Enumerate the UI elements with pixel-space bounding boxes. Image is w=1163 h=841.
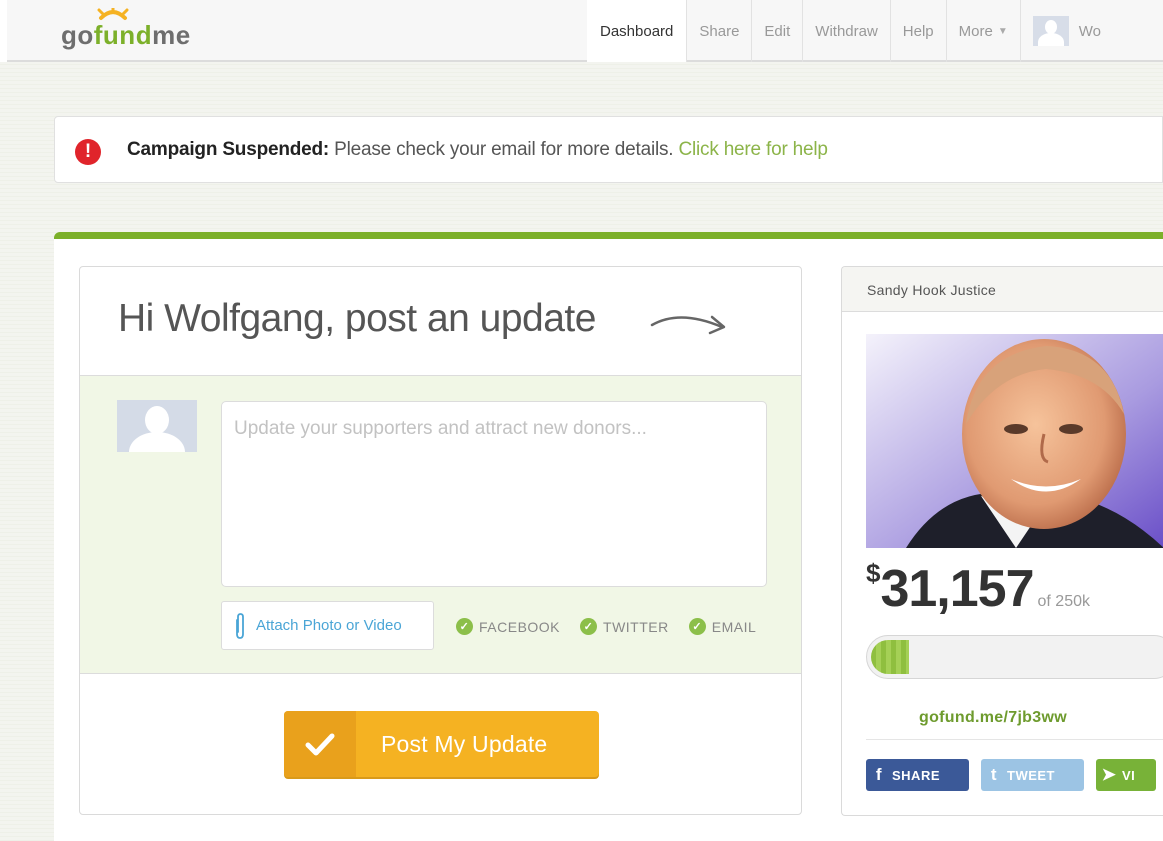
- nav-help[interactable]: Help: [889, 0, 946, 62]
- check-circle-icon: ✓: [580, 618, 598, 635]
- gofundme-logo[interactable]: gofundme: [61, 20, 191, 51]
- campaign-short-link[interactable]: gofund.me/7jb3ww: [842, 709, 1163, 727]
- facebook-share-button[interactable]: f SHARE: [866, 759, 969, 791]
- arrow-right-icon: [650, 315, 726, 335]
- attach-media-button[interactable]: Attach Photo or Video: [221, 601, 434, 650]
- alert-message: Please check your email for more details…: [329, 139, 679, 160]
- share-buttons: f SHARE t TWEET ➤ VI: [866, 759, 1156, 791]
- nav-more[interactable]: More ▼: [945, 0, 1020, 62]
- campaign-name: Sandy Hook Justice: [842, 267, 1163, 312]
- amount-raised-value: 31,157: [880, 560, 1034, 618]
- share-twitter-toggle[interactable]: ✓ TWITTER: [580, 618, 669, 635]
- user-menu[interactable]: Wo: [1019, 0, 1101, 62]
- campaign-card: Sandy Hook Justice $ 31,157 of 250k gofu…: [841, 266, 1163, 816]
- share-targets: ✓ FACEBOOK ✓ TWITTER ✓ EMAIL: [456, 618, 756, 635]
- post-update-button[interactable]: Post My Update: [284, 711, 599, 777]
- campaign-photo[interactable]: [866, 334, 1163, 548]
- facebook-share-label: SHARE: [892, 767, 941, 783]
- logo-sun-icon: [97, 8, 129, 20]
- update-title: Hi Wolfgang, post an update: [118, 297, 596, 340]
- update-header: Hi Wolfgang, post an update: [80, 267, 801, 376]
- check-circle-icon: ✓: [688, 618, 706, 635]
- alert-text: Campaign Suspended: Please check your em…: [127, 139, 828, 161]
- progress-fill: [871, 640, 909, 674]
- post-update-card: Hi Wolfgang, post an update Attach Photo…: [79, 266, 802, 815]
- divider: [866, 739, 1163, 740]
- share-email-label: EMAIL: [711, 618, 757, 635]
- twitter-tweet-button[interactable]: t TWEET: [981, 759, 1084, 791]
- nav-more-label: More: [958, 22, 993, 40]
- checkmark-icon: [284, 711, 356, 777]
- update-composer: Attach Photo or Video ✓ FACEBOOK ✓ TWITT…: [80, 376, 801, 674]
- share-twitter-label: TWITTER: [603, 618, 669, 635]
- attach-media-label: Attach Photo or Video: [256, 617, 402, 634]
- view-campaign-label: VI: [1122, 767, 1136, 783]
- author-avatar: [117, 400, 197, 452]
- view-campaign-button[interactable]: ➤ VI: [1096, 759, 1156, 791]
- user-name: Wo: [1078, 22, 1101, 40]
- twitter-icon: t: [990, 765, 998, 784]
- campaign-suspended-alert: ! Campaign Suspended: Please check your …: [54, 116, 1163, 183]
- check-circle-icon: ✓: [456, 618, 473, 635]
- paperclip-icon: [236, 612, 244, 639]
- update-textarea[interactable]: [221, 401, 767, 587]
- nav-dashboard[interactable]: Dashboard: [587, 0, 687, 62]
- alert-help-link[interactable]: Click here for help: [678, 139, 828, 160]
- exclamation-icon: !: [75, 139, 101, 165]
- nav-share[interactable]: Share: [686, 0, 751, 62]
- goal-amount: of 250k: [1037, 593, 1090, 610]
- amount-raised: $ 31,157 of 250k: [866, 558, 1090, 618]
- nav-edit[interactable]: Edit: [751, 0, 802, 62]
- twitter-tweet-label: TWEET: [1007, 767, 1055, 783]
- user-avatar: [1032, 16, 1069, 46]
- share-facebook-toggle[interactable]: ✓ FACEBOOK: [456, 618, 560, 635]
- cursor-icon: ➤: [1101, 765, 1117, 784]
- facebook-icon: f: [875, 765, 883, 784]
- main-nav: Dashboard Share Edit Withdraw Help More ▼…: [587, 0, 1101, 62]
- alert-title: Campaign Suspended:: [127, 139, 330, 160]
- caret-down-icon: ▼: [997, 25, 1008, 37]
- share-facebook-label: FACEBOOK: [479, 618, 561, 635]
- post-update-label: Post My Update: [381, 730, 548, 757]
- currency-symbol: $: [866, 558, 881, 588]
- nav-withdraw[interactable]: Withdraw: [802, 0, 890, 62]
- progress-bar: [866, 635, 1163, 679]
- share-email-toggle[interactable]: ✓ EMAIL: [688, 618, 757, 635]
- top-navigation-bar: gofundme Dashboard Share Edit Withdraw H…: [7, 0, 1163, 62]
